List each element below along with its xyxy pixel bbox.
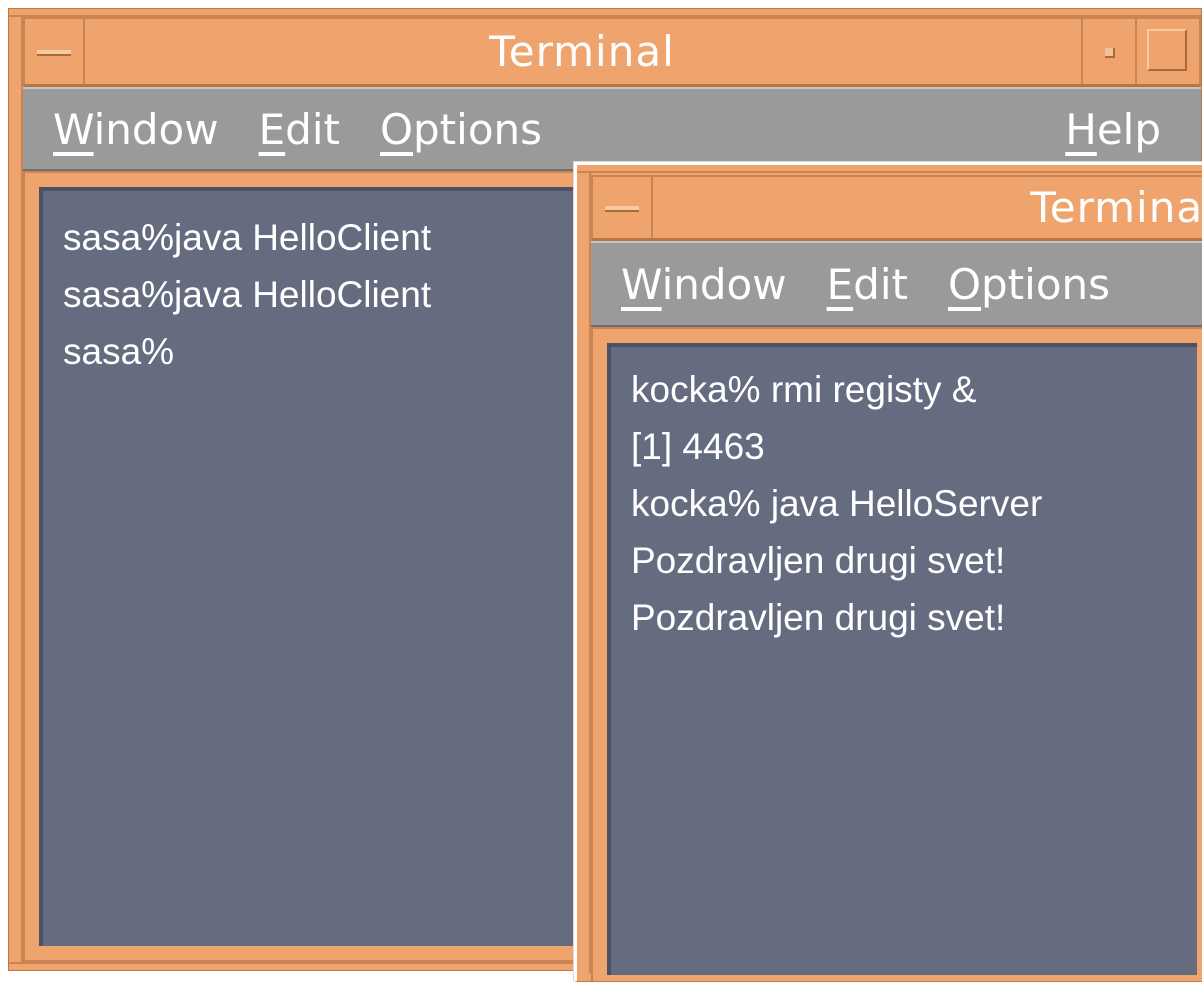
menu-window[interactable]: Window bbox=[621, 260, 787, 309]
window-frame-top[interactable] bbox=[9, 9, 1201, 17]
terminal-line: Pozdravljen drugi svet! bbox=[631, 597, 1006, 638]
maximize-icon bbox=[1147, 29, 1187, 71]
terminal-window-server[interactable]: Terminal Window Edit Options kocka% rmi … bbox=[574, 162, 1202, 982]
window-title: Terminal bbox=[489, 27, 675, 76]
menu-bar: Window Edit Options Help bbox=[23, 87, 1201, 171]
menu-edit[interactable]: Edit bbox=[827, 260, 908, 309]
menu-options[interactable]: Options bbox=[948, 260, 1110, 309]
title-bar[interactable]: Terminal bbox=[591, 175, 1202, 241]
window-menu-icon bbox=[605, 205, 639, 212]
window-title: Terminal bbox=[1030, 183, 1202, 232]
window-menu-button[interactable] bbox=[593, 177, 653, 238]
title-bar[interactable]: Terminal bbox=[23, 17, 1201, 87]
terminal-line: [1] 4463 bbox=[631, 426, 765, 467]
terminal-line: kocka% java HelloServer bbox=[631, 483, 1043, 524]
menu-options[interactable]: Options bbox=[380, 105, 542, 154]
terminal-line: Pozdravljen drugi svet! bbox=[631, 540, 1006, 581]
menu-window[interactable]: Window bbox=[53, 105, 219, 154]
window-frame-top[interactable] bbox=[577, 165, 1202, 173]
menu-edit[interactable]: Edit bbox=[259, 105, 340, 154]
minimize-icon bbox=[1105, 47, 1115, 58]
minimize-button[interactable] bbox=[1081, 19, 1137, 84]
menu-help[interactable]: Help bbox=[1065, 105, 1161, 154]
window-menu-button[interactable] bbox=[25, 19, 85, 84]
maximize-button[interactable] bbox=[1137, 19, 1199, 84]
terminal-line: kocka% rmi registy & bbox=[631, 369, 977, 410]
terminal-frame: kocka% rmi registy & [1] 4463 kocka% jav… bbox=[591, 327, 1202, 981]
window-frame-left[interactable] bbox=[577, 173, 591, 973]
menu-bar: Window Edit Options bbox=[591, 241, 1202, 327]
window-frame-left[interactable] bbox=[9, 17, 23, 962]
terminal-output[interactable]: kocka% rmi registy & [1] 4463 kocka% jav… bbox=[607, 343, 1197, 975]
window-menu-icon bbox=[37, 49, 71, 56]
